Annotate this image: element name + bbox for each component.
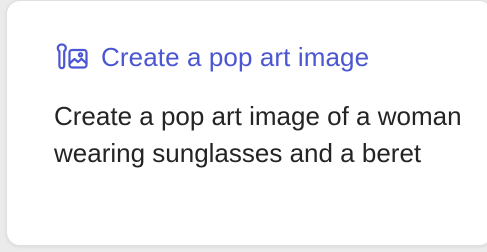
image-prompt-icon <box>55 41 91 73</box>
page: Create a pop art image Create a pop art … <box>0 0 487 252</box>
card-description: Create a pop art image of a woman wearin… <box>54 101 462 168</box>
prompt-suggestion-card[interactable]: Create a pop art image Create a pop art … <box>6 0 487 246</box>
card-title[interactable]: Create a pop art image <box>101 42 369 73</box>
card-header[interactable]: Create a pop art image <box>55 41 369 73</box>
